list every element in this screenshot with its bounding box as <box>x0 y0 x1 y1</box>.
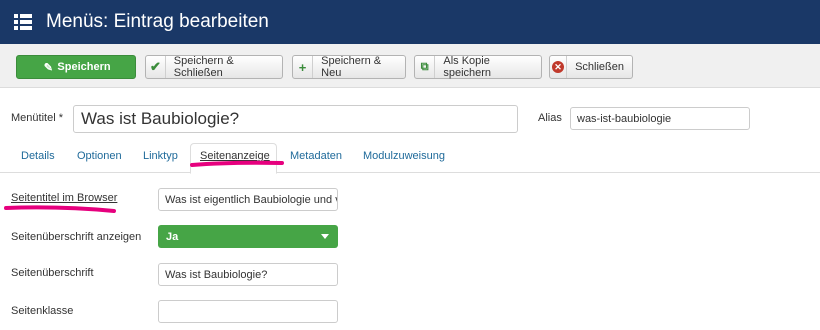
highlight-underline-label <box>4 205 116 213</box>
highlight-underline-tab <box>190 160 284 167</box>
highlight-annotations <box>4 160 284 213</box>
